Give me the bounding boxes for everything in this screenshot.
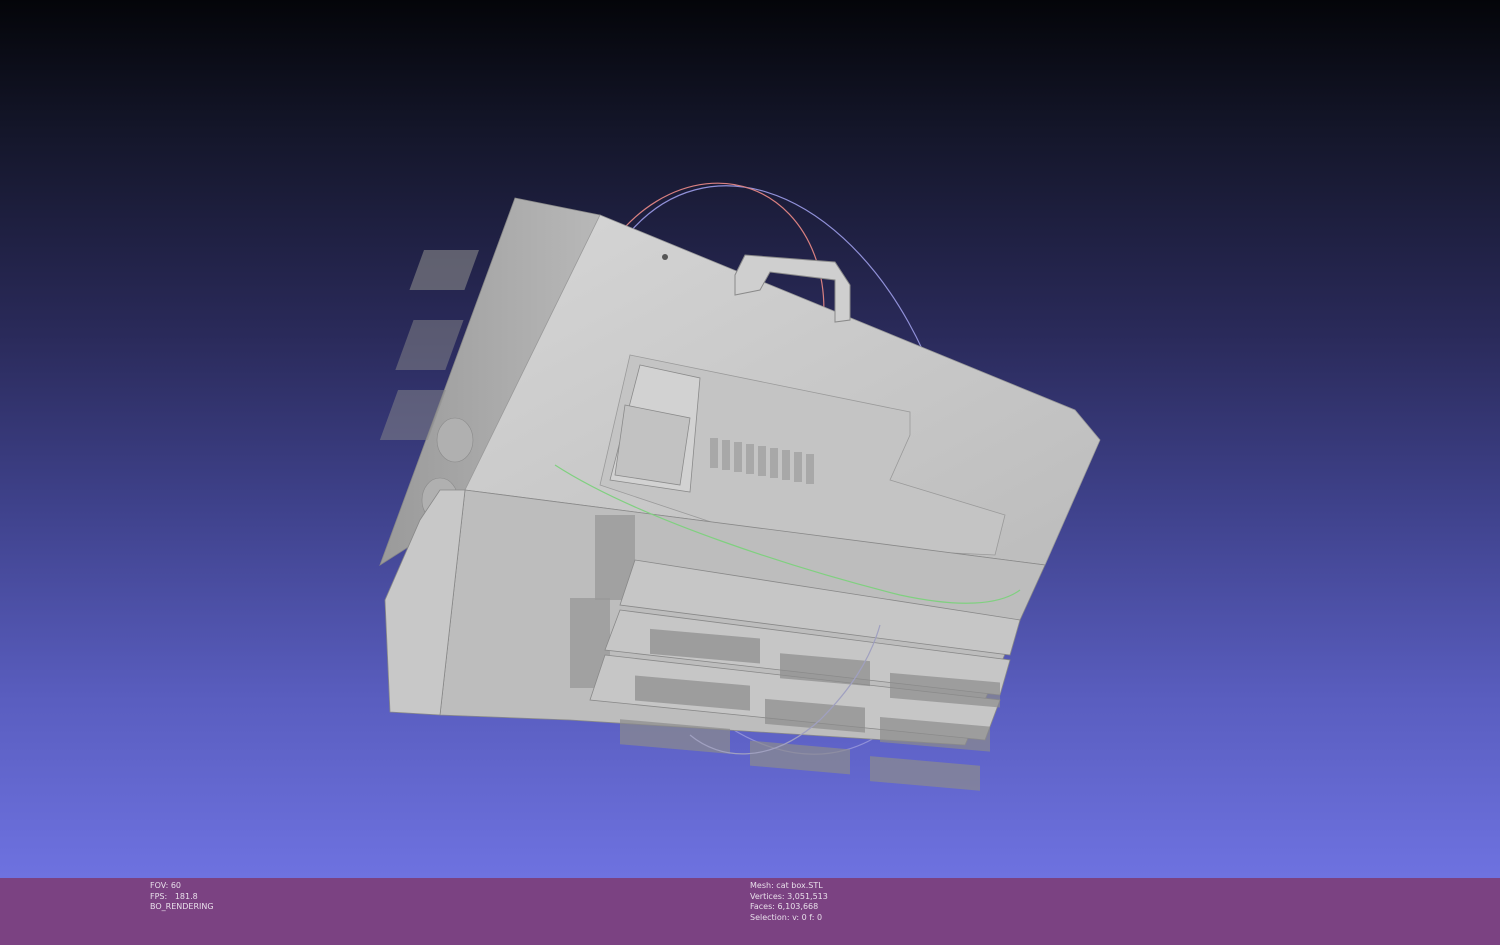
selection-info: Selection: v: 0 f: 0 [750, 912, 823, 922]
3d-viewport[interactable] [0, 0, 1500, 878]
mesh-render[interactable] [0, 0, 1500, 878]
cat-box-mesh [379, 197, 1101, 791]
face-count: Faces: 6,103,668 [750, 902, 819, 911]
vertex-count: Vertices: 3,051,513 [750, 891, 828, 901]
fps-readout: FPS: 181.8 [150, 891, 198, 901]
mesh-hole [662, 254, 668, 260]
render-mode: BO_RENDERING [150, 902, 214, 911]
render-info: FOV: 60 FPS: 181.8 BO_RENDERING [150, 881, 214, 913]
mesh-info: Mesh: cat box.STL Vertices: 3,051,513 Fa… [750, 881, 828, 923]
status-bar: FOV: 60 FPS: 181.8 BO_RENDERING Mesh: ca… [0, 878, 1500, 945]
fov-readout: FOV: 60 [150, 881, 181, 890]
mesh-name: Mesh: cat box.STL [750, 881, 823, 890]
